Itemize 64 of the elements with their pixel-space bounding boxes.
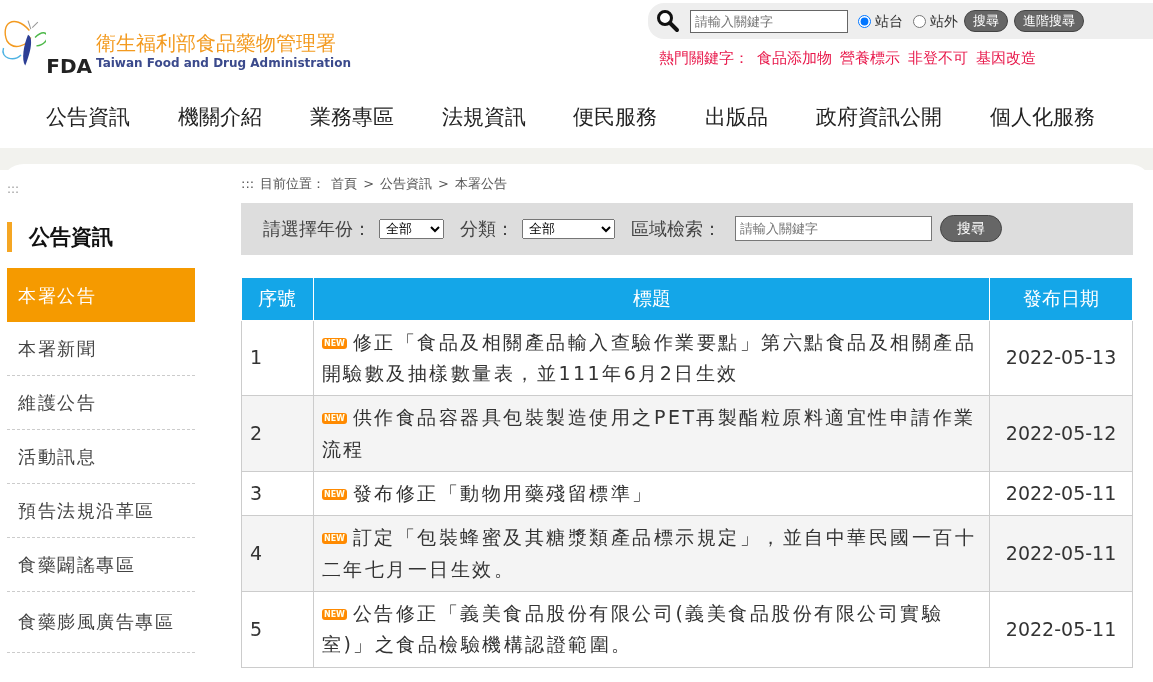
nav-link[interactable]: 出版品 (705, 102, 769, 134)
sidebar-item[interactable]: 預告法規沿革區 (7, 484, 195, 538)
scope-radio[interactable] (858, 14, 871, 28)
search-icon (656, 9, 680, 33)
sidebar-item[interactable]: 活動訊息 (7, 430, 195, 484)
logo-title: 衛生福利部食品藥物管理署 (96, 32, 337, 54)
new-tag: NEW (321, 608, 347, 620)
new-tag: NEW (321, 533, 347, 545)
publish-date: 2022-05-11 (989, 471, 1133, 516)
row-number: 3 (241, 471, 314, 516)
year-label: 請選擇年份： (263, 217, 371, 241)
scope-label: 站外 (930, 11, 958, 31)
anchor-mark: ::: (7, 181, 21, 198)
column-header: 序號 (241, 277, 314, 320)
hot-keyword-link[interactable]: 非登不可 (908, 47, 968, 70)
sidebar-item[interactable]: 維護公告 (7, 376, 195, 430)
nav-link[interactable]: 個人化服務 (989, 102, 1095, 134)
search-button[interactable]: 搜尋 (964, 9, 1008, 33)
sidebar-title: 公告資訊 (7, 222, 195, 252)
column-header: 標題 (313, 277, 990, 320)
row-number: 5 (241, 591, 314, 668)
search-label: 區域檢索： (631, 217, 721, 241)
sidebar-item[interactable]: 食藥闢謠專區 (7, 538, 195, 592)
scope-label: 站台 (875, 11, 903, 31)
search-field[interactable]: 請輸入關鍵字 (690, 9, 848, 33)
breadcrumb-current: 本署公告 (454, 175, 507, 193)
breadcrumb-label: 目前位置： (260, 175, 326, 193)
hot-keywords-label: 熱門關鍵字： (659, 48, 749, 69)
scope-radio[interactable] (913, 14, 926, 28)
sidebar-item[interactable]: 食藥膨風廣告專區 (7, 592, 195, 653)
dropdown[interactable]: 全部 (522, 218, 615, 239)
dropdown[interactable]: 全部 (379, 218, 444, 239)
hot-keyword-link[interactable]: 營養標示 (840, 47, 900, 70)
row-number: 2 (241, 395, 314, 472)
nav-link[interactable]: 公告資訊 (46, 102, 130, 134)
breadcrumb-link[interactable]: 首頁 (331, 174, 358, 194)
nav-link[interactable]: 法規資訊 (441, 102, 526, 134)
nav-link[interactable]: 機關介紹 (177, 102, 262, 134)
breadcrumb-link[interactable]: 公告資訊 (380, 174, 433, 194)
search-field[interactable]: 請輸入關鍵字 (735, 216, 932, 241)
nav-link[interactable]: 政府資訊公開 (816, 102, 943, 134)
breadcrumb-separator: > (363, 175, 375, 193)
anchor-mark: ::: (241, 175, 255, 193)
publish-date: 2022-05-12 (989, 395, 1133, 472)
new-tag: NEW (321, 337, 347, 349)
hot-keyword-link[interactable]: 基因改造 (976, 47, 1036, 70)
new-tag: NEW (321, 413, 347, 425)
row-number: 4 (241, 515, 314, 592)
category-label: 分類： (460, 217, 514, 241)
nav-link[interactable]: 便民服務 (573, 102, 658, 134)
row-number: 1 (241, 320, 314, 396)
publish-date: 2022-05-11 (989, 515, 1133, 592)
publish-date: 2022-05-13 (989, 320, 1133, 396)
column-header: 發布日期 (989, 277, 1133, 320)
search-button[interactable]: 搜尋 (940, 215, 1002, 242)
new-tag: NEW (321, 488, 347, 500)
publish-date: 2022-05-11 (989, 591, 1133, 668)
sidebar-item[interactable]: 本署新聞 (7, 322, 195, 376)
hot-keyword-link[interactable]: 食品添加物 (757, 47, 832, 70)
breadcrumb-separator: > (438, 175, 449, 193)
logo-subtitle: Taiwan Food and Drug Administration (96, 55, 351, 72)
nav-link[interactable]: 業務專區 (309, 102, 394, 134)
search-button[interactable]: 進階搜尋 (1014, 9, 1084, 33)
logo-mark: FDA (46, 56, 92, 76)
